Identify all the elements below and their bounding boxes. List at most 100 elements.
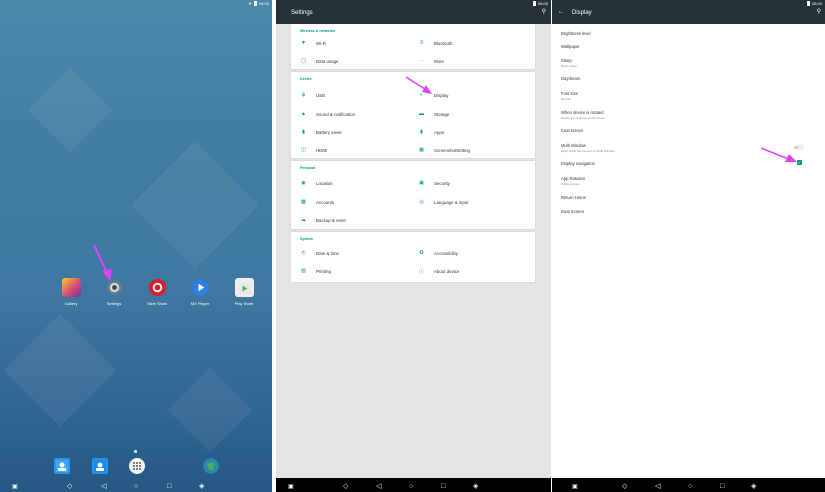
volume-up-icon[interactable]: ◈ [199, 482, 204, 490]
pref-multi-window[interactable]: Multi Window Open show the function of M… [561, 143, 615, 153]
volume-down-icon[interactable]: ◇ [622, 482, 627, 490]
annotation-arrow [93, 244, 112, 281]
pref-return-home[interactable]: Return Home [561, 195, 586, 200]
app-gallery[interactable]: Gallery [53, 278, 89, 306]
settings-app-bar: 08:00 Settings ⚲ [276, 0, 551, 24]
pref-summary: Follow system [561, 182, 581, 186]
settings-item-label: Backup & reset [316, 217, 346, 223]
home-icon[interactable]: ○ [409, 483, 413, 490]
back-arrow-icon[interactable]: ← [558, 9, 564, 15]
volume-down-icon[interactable]: ◇ [343, 482, 348, 490]
settings-item-label: Language & input [434, 199, 469, 205]
status-clock: 08:00 [258, 0, 269, 6]
search-icon[interactable]: ⚲ [817, 8, 821, 15]
settings-item-label: Wi-Fi [316, 40, 327, 46]
settings-item-wifi[interactable]: ▼ Wi-Fi [300, 37, 326, 49]
home-screen-panel: ▼ 08:00 Gallery Settings Slide Show MX P… [0, 0, 272, 492]
pref-summary: Open show the function of Multi Window [561, 149, 615, 153]
settings-item-location[interactable]: ◉ Location [300, 177, 332, 189]
settings-item-printing[interactable]: ▨ Printing [300, 265, 331, 277]
sound-icon: ▲ [301, 111, 306, 117]
settings-item-date-time[interactable]: ◴ Date & time [300, 247, 339, 259]
pref-title: Cast screen [561, 128, 584, 133]
pref-summary: Rotate the contents of the screen [561, 116, 606, 120]
wallpaper-shape [27, 67, 113, 153]
settings-item-label: Accounts [316, 199, 335, 205]
screenshot-icon[interactable]: ▣ [288, 483, 294, 490]
home-icon[interactable]: ○ [688, 483, 692, 490]
back-icon[interactable]: ◁ [101, 482, 106, 490]
recents-icon[interactable]: □ [167, 483, 171, 490]
settings-item-accounts[interactable]: ▩ Accounts [300, 196, 334, 208]
settings-panel: 08:00 Settings ⚲ Wireless & networks ▼ W… [276, 0, 551, 492]
settings-item-backup[interactable]: ☁ Backup & reset [300, 214, 346, 226]
pref-summary: Never sleep [561, 64, 578, 68]
settings-item-usb[interactable]: ψ USB [300, 89, 325, 101]
settings-item-label: Bluetooth [434, 40, 453, 46]
settings-item-data-usage[interactable]: ◯ Data usage [300, 55, 339, 67]
status-clock: 08:00 [811, 0, 822, 6]
pref-cast-screen[interactable]: Cast screen [561, 128, 583, 133]
volume-up-icon[interactable]: ◈ [473, 482, 478, 490]
settings-item-hdmi[interactable]: ◫ HDMI [300, 144, 327, 156]
settings-item-sound[interactable]: ▲ Sound & notification [300, 108, 355, 120]
home-icon[interactable]: ○ [134, 483, 138, 490]
storage-icon: ▬ [419, 111, 424, 117]
settings-item-more[interactable]: ⋯ More [418, 55, 444, 67]
settings-item-language[interactable]: ◎ Language & input [418, 196, 468, 208]
annotation-arrow [405, 76, 432, 94]
battery-icon: ▮ [302, 129, 305, 135]
pref-daydream[interactable]: Daydream [561, 76, 580, 81]
pref-dual-screen[interactable]: Dual Screen [561, 209, 584, 214]
pref-rotation[interactable]: When device is rotated Rotate the conten… [561, 110, 605, 120]
contacts-icon[interactable] [54, 458, 70, 474]
app-play-store[interactable]: Play Store [226, 278, 262, 306]
pref-title: Display navigation [561, 161, 595, 166]
back-icon[interactable]: ◁ [376, 482, 381, 490]
volume-down-icon[interactable]: ◇ [67, 482, 72, 490]
settings-item-label: ScreenshotSetting [434, 147, 470, 153]
volume-up-icon[interactable]: ◈ [751, 482, 756, 490]
settings-item-battery-saver[interactable]: ▮ Battery saver [300, 126, 342, 138]
display-app-bar: 08:00 ← Display ⚲ [552, 0, 825, 24]
screenshot-icon[interactable]: ▣ [12, 483, 18, 490]
pref-display-navigation[interactable]: Display navigation [561, 161, 595, 166]
search-icon[interactable]: ⚲ [542, 8, 546, 15]
app-slide-show[interactable]: Slide Show [139, 278, 175, 306]
pref-title: Brightness level [561, 31, 591, 36]
pref-font-size[interactable]: Font size Normal [561, 91, 578, 101]
app-label: Play Store [234, 301, 254, 306]
settings-item-label: Date & time [316, 250, 339, 256]
pref-brightness[interactable]: Brightness level [561, 31, 591, 36]
settings-item-label: Battery saver [316, 129, 342, 135]
pref-sleep[interactable]: Sleep Never sleep [561, 58, 577, 68]
battery-status-icon [253, 0, 257, 6]
settings-item-storage[interactable]: ▬ Storage [418, 108, 449, 120]
settings-item-label: About device [434, 268, 460, 274]
app-mx-player[interactable]: MX Player [182, 278, 218, 306]
recents-icon[interactable]: □ [441, 483, 445, 490]
screenshot-icon[interactable]: ▣ [572, 483, 578, 490]
back-icon[interactable]: ◁ [655, 482, 660, 490]
browser-globe-icon[interactable] [203, 458, 219, 474]
settings-item-apps[interactable]: ▮ Apps [418, 126, 444, 138]
settings-item-bluetooth[interactable]: ℬ Bluetooth [418, 37, 453, 49]
pref-wallpaper[interactable]: Wallpaper [561, 44, 580, 49]
settings-item-accessibility[interactable]: ✪ Accessibility [418, 247, 458, 259]
status-bar: ▼ 08:00 [0, 0, 272, 6]
recents-icon[interactable]: □ [720, 483, 724, 490]
pref-title: When device is rotated [561, 110, 604, 115]
settings-item-about[interactable]: ⓘ About device [418, 265, 459, 277]
contacts2-icon[interactable] [92, 458, 108, 474]
app-drawer-icon[interactable] [129, 458, 145, 474]
pref-app-rotation[interactable]: App Rotation Follow system [561, 176, 585, 186]
settings-section-system: System ◴ Date & time ✪ Accessibility ▨ P… [291, 232, 535, 282]
lock-icon: ▣ [419, 180, 424, 186]
settings-item-label: USB [316, 92, 326, 98]
pref-title: Dual Screen [561, 209, 585, 214]
settings-item-security[interactable]: ▣ Security [418, 177, 450, 189]
settings-item-label: Security [434, 180, 450, 186]
settings-item-label: More [434, 58, 445, 64]
pref-title: Daydream [561, 76, 581, 81]
settings-item-screenshot[interactable]: ▦ ScreenshotSetting [418, 144, 470, 156]
